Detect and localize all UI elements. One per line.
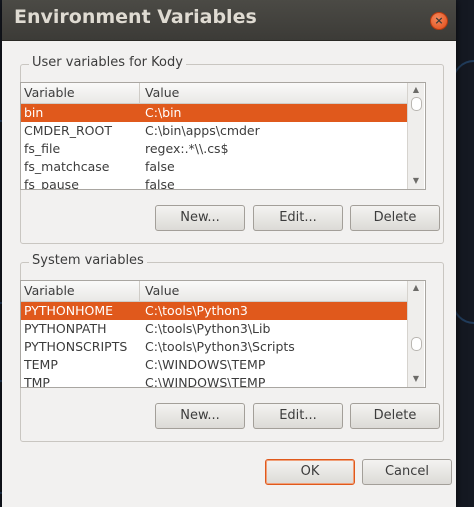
scroll-down-arrow-icon[interactable]: ▼ <box>411 176 421 185</box>
variable-cell: TMP <box>24 375 50 388</box>
variable-cell: fs_matchcase <box>24 159 110 174</box>
variable-cell: PYTHONPATH <box>24 321 107 336</box>
system-variables-list[interactable]: Variable Value PYTHONHOME C:\tools\Pytho… <box>20 280 426 388</box>
table-row[interactable]: PYTHONSCRIPTS C:\tools\Python3\Scripts <box>21 338 407 356</box>
value-cell: C:\bin <box>145 105 182 120</box>
user-list-scrollbar[interactable]: ▲ ▼ <box>407 83 424 189</box>
value-cell: C:\bin\apps\cmder <box>145 123 260 138</box>
value-cell: C:\tools\Python3\Lib <box>145 321 271 336</box>
variable-cell: TEMP <box>24 357 58 372</box>
ok-button[interactable]: OK <box>265 459 355 485</box>
title-bar[interactable]: Environment Variables × <box>2 0 456 41</box>
variable-cell: PYTHONHOME <box>24 303 114 318</box>
variable-cell: fs_pause <box>24 177 79 190</box>
value-cell: C:\WINDOWS\TEMP <box>145 375 266 388</box>
column-separator[interactable] <box>139 83 140 103</box>
value-cell: false <box>145 159 175 174</box>
table-row[interactable]: PYTHONHOME C:\tools\Python3 <box>21 302 407 320</box>
environment-variables-dialog: Environment Variables × User variables f… <box>2 0 456 507</box>
scroll-up-arrow-icon[interactable]: ▲ <box>411 85 421 94</box>
user-new-button[interactable]: New... <box>155 205 245 231</box>
column-header-variable[interactable]: Variable <box>24 283 75 298</box>
system-variables-label: System variables <box>29 253 147 268</box>
value-cell: C:\tools\Python3 <box>145 303 248 318</box>
column-header-value[interactable]: Value <box>145 283 179 298</box>
user-variables-label: User variables for Kody <box>29 55 186 70</box>
user-edit-button[interactable]: Edit... <box>253 205 343 231</box>
variable-cell: bin <box>24 105 44 120</box>
value-cell: C:\tools\Python3\Scripts <box>145 339 295 354</box>
variable-cell: PYTHONSCRIPTS <box>24 339 128 354</box>
scroll-thumb[interactable] <box>411 97 422 111</box>
user-list-header: Variable Value <box>21 83 407 104</box>
column-separator[interactable] <box>139 281 140 301</box>
value-cell: false <box>145 177 175 190</box>
variable-cell: CMDER_ROOT <box>24 123 112 138</box>
system-edit-button[interactable]: Edit... <box>253 403 343 429</box>
table-row[interactable]: TMP C:\WINDOWS\TEMP <box>21 374 407 388</box>
table-row[interactable]: PYTHONPATH C:\tools\Python3\Lib <box>21 320 407 338</box>
table-row[interactable]: fs_pause false <box>21 176 407 190</box>
column-header-variable[interactable]: Variable <box>24 85 75 100</box>
column-header-value[interactable]: Value <box>145 85 179 100</box>
cancel-button[interactable]: Cancel <box>362 459 452 485</box>
scroll-up-arrow-icon[interactable]: ▲ <box>411 283 421 292</box>
table-row[interactable]: CMDER_ROOT C:\bin\apps\cmder <box>21 122 407 140</box>
user-variables-list[interactable]: Variable Value bin C:\bin CMDER_ROOT C:\… <box>20 82 426 190</box>
value-cell: regex:.*\\.cs$ <box>145 141 229 156</box>
system-delete-button[interactable]: Delete <box>350 403 440 429</box>
value-cell: C:\WINDOWS\TEMP <box>145 357 266 372</box>
close-icon[interactable]: × <box>430 12 448 30</box>
table-row[interactable]: TEMP C:\WINDOWS\TEMP <box>21 356 407 374</box>
scroll-down-arrow-icon[interactable]: ▼ <box>411 374 421 383</box>
user-delete-button[interactable]: Delete <box>350 205 440 231</box>
scroll-thumb[interactable] <box>411 337 422 351</box>
system-list-scrollbar[interactable]: ▲ ▼ <box>407 281 424 387</box>
system-new-button[interactable]: New... <box>155 403 245 429</box>
system-list-header: Variable Value <box>21 281 407 302</box>
table-row[interactable]: bin C:\bin <box>21 104 407 122</box>
variable-cell: fs_file <box>24 141 61 156</box>
table-row[interactable]: fs_matchcase false <box>21 158 407 176</box>
table-row[interactable]: fs_file regex:.*\\.cs$ <box>21 140 407 158</box>
window-title: Environment Variables <box>14 6 257 28</box>
